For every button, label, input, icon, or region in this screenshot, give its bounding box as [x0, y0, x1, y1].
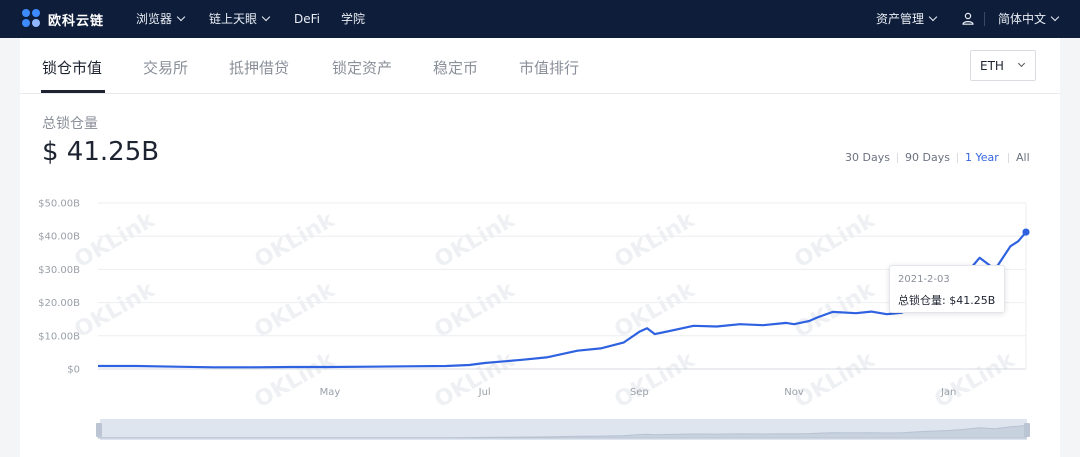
watermark-text: OKLink [611, 207, 701, 273]
y-tick-label: $10.00B [38, 331, 80, 342]
nav-asset-management-label: 资产管理 [876, 12, 925, 26]
chevron-down-icon [176, 12, 186, 22]
x-tick-label: Jan [940, 387, 956, 398]
zoom-handle-right[interactable] [1024, 423, 1030, 437]
chart-tooltip: 2021-2-03 总锁仓量: $41.25B [889, 265, 1005, 313]
nav-defi-label: DeFi [294, 12, 320, 26]
tooltip-amount: $41.25B [949, 294, 996, 307]
tvl-card: 锁仓市值 交易所 抵押借贷 锁定资产 稳定币 市值排行 ETH 总锁仓量 $ 4… [20, 38, 1060, 457]
watermark-text: OKLink [791, 277, 881, 343]
y-tick-label: $0 [67, 365, 80, 376]
chevron-down-icon [928, 12, 938, 22]
logo-text: 欧科云链 [48, 13, 105, 29]
watermark-text: OKLink [431, 277, 521, 343]
watermark-text: OKLink [251, 347, 341, 413]
watermark-text: OKLink [611, 347, 701, 413]
x-tick-label: Nov [784, 387, 804, 398]
nav-academy-label: 学院 [341, 12, 366, 26]
chevron-down-icon [1050, 12, 1060, 22]
tvl-chart[interactable]: OKLink OKLink OKLink OKLink OKLinkOKLink OKLi… [20, 38, 1060, 457]
top-nav: 欧科云链 浏览器 链上天眼 DeFi 学院 资产管理 简体中文 [0, 0, 1080, 38]
logo[interactable]: 欧科云链 [22, 9, 104, 29]
tvl-series-line [98, 231, 1027, 369]
y-tick-label: $20.00B [38, 298, 80, 309]
user-icon[interactable] [962, 12, 974, 25]
nav-defi[interactable]: DeFi [294, 0, 320, 38]
x-axis-labels: May Jul Sep Nov Jan [320, 387, 957, 398]
watermark-text: OKLink [251, 207, 341, 273]
nav-divider [984, 12, 985, 26]
tooltip-date: 2021-2-03 [898, 274, 950, 285]
y-tick-label: $50.00B [38, 199, 80, 210]
y-tick-label: $30.00B [38, 265, 80, 276]
y-axis-labels: $0 $10.00B $20.00B $30.00B $40.00B $50.00B [38, 199, 80, 376]
nav-asset-management[interactable]: 资产管理 [876, 0, 938, 38]
nav-browser[interactable]: 浏览器 [136, 0, 186, 38]
language-switcher[interactable]: 简体中文 [998, 0, 1060, 38]
watermark-text: OKLink [251, 277, 341, 343]
x-tick-label: Sep [630, 387, 649, 398]
logo-icon [22, 9, 42, 29]
chevron-down-icon [261, 12, 271, 22]
watermark-text: OKLink [71, 207, 161, 273]
chart-grid [98, 202, 1027, 370]
watermark-text: OKLink [431, 207, 521, 273]
series-endpoint-marker [1022, 228, 1030, 236]
nav-browser-label: 浏览器 [136, 12, 173, 26]
language-label: 简体中文 [998, 12, 1047, 26]
nav-academy[interactable]: 学院 [341, 0, 365, 38]
y-tick-label: $40.00B [38, 232, 80, 243]
x-tick-label: Jul [478, 387, 491, 398]
tooltip-value: 总锁仓量: $41.25B [898, 292, 995, 308]
nav-onchain-eye[interactable]: 链上天眼 [209, 0, 271, 38]
watermark-text: OKLink [791, 347, 881, 413]
tooltip-label: 总锁仓量: [898, 294, 946, 307]
watermark-layer: OKLink OKLink OKLink OKLink OKLinkOKLink OKLi… [71, 207, 1021, 413]
watermark-text: OKLink [791, 207, 881, 273]
x-tick-label: May [320, 387, 341, 398]
watermark-text: OKLink [71, 277, 161, 343]
zoom-handle-left[interactable] [96, 423, 102, 437]
nav-onchain-eye-label: 链上天眼 [209, 12, 258, 26]
watermark-text: OKLink [931, 347, 1021, 413]
watermark-text: OKLink [431, 347, 521, 413]
